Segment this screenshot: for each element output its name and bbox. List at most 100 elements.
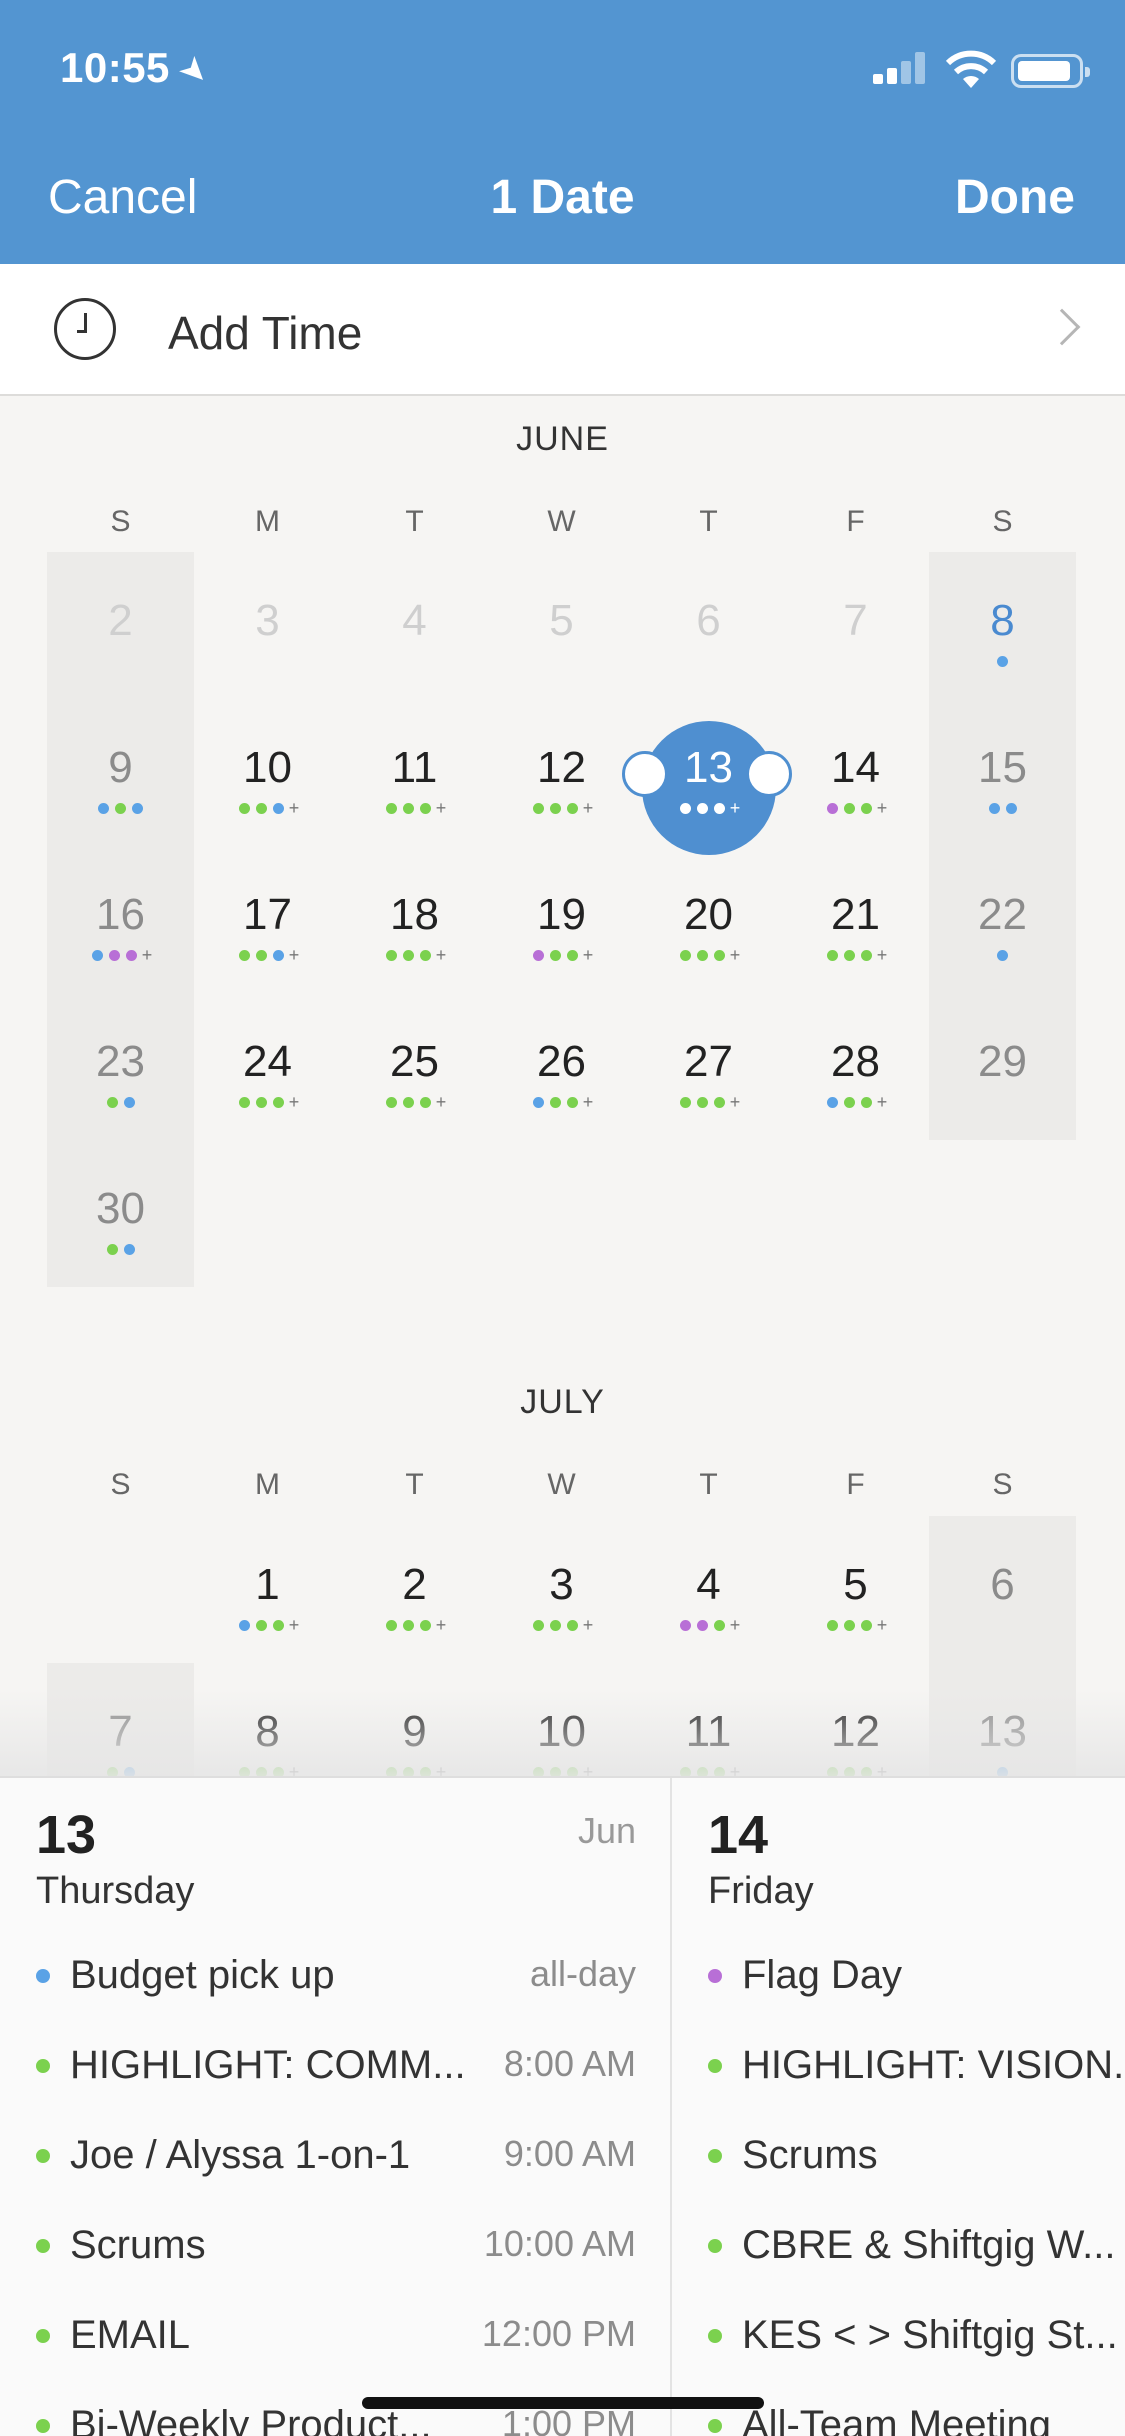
calendar-day-june-26[interactable]: 26: [488, 1037, 635, 1087]
more-events-indicator: +: [876, 1092, 888, 1112]
calendar-day-june-5[interactable]: 5: [488, 596, 635, 646]
calendar-day-june-30[interactable]: 30: [47, 1184, 194, 1234]
agenda-event[interactable]: HIGHLIGHT: COMM... 8:00 AM: [36, 2043, 636, 2093]
event-time: 8:00 AM: [503, 2043, 636, 2084]
month-title: JUNE: [516, 420, 609, 458]
event-dot: [843, 803, 855, 814]
event-dot: [1005, 803, 1017, 814]
calendar-day-june-4[interactable]: 4: [341, 596, 488, 646]
event-dots: +: [194, 799, 341, 817]
agenda-event[interactable]: Scrums: [708, 2133, 1091, 2183]
agenda-event[interactable]: HIGHLIGHT: VISION...: [708, 2043, 1125, 2093]
event-dots: +: [341, 946, 488, 964]
header-bar: 10:55➤ Cancel 1 Date Done: [0, 0, 1125, 264]
calendar-day-june-21[interactable]: 21: [782, 890, 929, 940]
agenda-event[interactable]: KES < > Shiftgig St...: [708, 2313, 1118, 2363]
event-dot: [272, 1097, 284, 1108]
calendar-day-june-20[interactable]: 20: [635, 890, 782, 940]
event-dot: [238, 1620, 250, 1631]
weekday-label: W: [547, 505, 576, 538]
calendar-day-june-23[interactable]: 23: [47, 1037, 194, 1087]
calendar-day-june-13[interactable]: 13: [635, 743, 782, 793]
calendar-day-june-14[interactable]: 14: [782, 743, 929, 793]
weekday-label: W: [547, 1468, 576, 1501]
event-dot: [696, 803, 708, 814]
calendar-day-june-2[interactable]: 2: [47, 596, 194, 646]
calendar-day-july-1[interactable]: 1: [194, 1560, 341, 1610]
event-dot: [988, 803, 1000, 814]
event-dots: +: [341, 1616, 488, 1634]
event-dots: +: [488, 1092, 635, 1112]
more-events-indicator: +: [435, 1092, 447, 1112]
calendar-day-june-8[interactable]: 8: [929, 596, 1076, 646]
calendar-day-june-10[interactable]: 10: [194, 743, 341, 793]
calendar-day-june-15[interactable]: 15: [929, 743, 1076, 793]
agenda-event[interactable]: CBRE & Shiftgig W...: [708, 2223, 1115, 2273]
event-dot: [566, 1097, 578, 1108]
agenda-day-column[interactable]: 14 Friday Flag Day HIGHLIGHT: VISION... Scru…: [672, 1778, 1125, 2436]
agenda-day-column[interactable]: 13 Jun Thursday Budget pick up all-day HIGHLI…: [0, 1778, 670, 2436]
calendar-day-june-3[interactable]: 3: [194, 596, 341, 646]
event-dot: [549, 1620, 561, 1631]
calendar-day-july-5[interactable]: 5: [782, 1560, 929, 1610]
agenda-event[interactable]: Scrums 10:00 AM: [36, 2223, 636, 2273]
more-events-indicator: +: [582, 1615, 594, 1635]
event-dot: [385, 950, 397, 961]
weekday-label: F: [846, 1468, 865, 1501]
calendar-day-june-19[interactable]: 19: [488, 890, 635, 940]
calendar-day-june-17[interactable]: 17: [194, 890, 341, 940]
calendar-day-june-25[interactable]: 25: [341, 1037, 488, 1087]
event-dot: [402, 803, 414, 814]
event-dot: [238, 1097, 250, 1108]
event-dot: [91, 950, 103, 961]
agenda-event[interactable]: Flag Day: [708, 1953, 1091, 2003]
event-dot: [532, 1097, 544, 1108]
event-dot: [255, 1097, 267, 1108]
event-dot: [713, 1620, 725, 1631]
add-time-row[interactable]: Add Time: [0, 264, 1125, 396]
weekday-label: F: [846, 505, 865, 538]
event-dots: [47, 803, 194, 814]
calendar-day-june-29[interactable]: 29: [929, 1037, 1076, 1087]
cancel-button[interactable]: Cancel: [48, 170, 197, 225]
event-time: 12:00 PM: [481, 2313, 636, 2354]
event-dots: +: [782, 946, 929, 964]
event-dots: +: [488, 946, 635, 964]
calendar-day-june-18[interactable]: 18: [341, 890, 488, 940]
calendar-day-june-16[interactable]: 16: [47, 890, 194, 940]
calendar-day-june-27[interactable]: 27: [635, 1037, 782, 1087]
calendar-day-june-11[interactable]: 11: [341, 743, 488, 793]
more-events-indicator: +: [435, 798, 447, 818]
event-dot: [238, 803, 250, 814]
agenda-weekday: Friday: [708, 1870, 814, 1912]
agenda-event[interactable]: EMAIL 12:00 PM: [36, 2313, 636, 2363]
calendar-day-july-3[interactable]: 3: [488, 1560, 635, 1610]
calendar-day-july-2[interactable]: 2: [341, 1560, 488, 1610]
event-dot: [843, 1620, 855, 1631]
calendar-day-july-6[interactable]: 6: [929, 1560, 1076, 1610]
agenda-event[interactable]: All-Team Meeting: [708, 2403, 1091, 2436]
calendar-day-june-7[interactable]: 7: [782, 596, 929, 646]
calendar-day-july-4[interactable]: 4: [635, 1560, 782, 1610]
event-dot: [419, 1620, 431, 1631]
weekday-label: S: [110, 1468, 131, 1501]
calendar-day-june-28[interactable]: 28: [782, 1037, 929, 1087]
agenda-day-number: 13: [36, 1805, 97, 1865]
done-button[interactable]: Done: [955, 170, 1075, 225]
more-events-indicator: +: [288, 1092, 300, 1112]
more-events-indicator: +: [582, 1092, 594, 1112]
weekday-label: S: [992, 1468, 1013, 1501]
event-color-dot: [36, 2329, 50, 2343]
calendar-day-june-9[interactable]: 9: [47, 743, 194, 793]
event-dot: [860, 1620, 872, 1631]
calendar-day-june-24[interactable]: 24: [194, 1037, 341, 1087]
calendar-day-june-12[interactable]: 12: [488, 743, 635, 793]
calendar-day-june-22[interactable]: 22: [929, 890, 1076, 940]
agenda-event[interactable]: Budget pick up all-day: [36, 1953, 636, 2003]
event-dot: [272, 950, 284, 961]
event-title: HIGHLIGHT: VISION...: [742, 2043, 1125, 2087]
agenda-event[interactable]: Joe / Alyssa 1-on-1 9:00 AM: [36, 2133, 636, 2183]
event-dot: [679, 1097, 691, 1108]
home-indicator[interactable]: [362, 2397, 764, 2409]
calendar-day-june-6[interactable]: 6: [635, 596, 782, 646]
